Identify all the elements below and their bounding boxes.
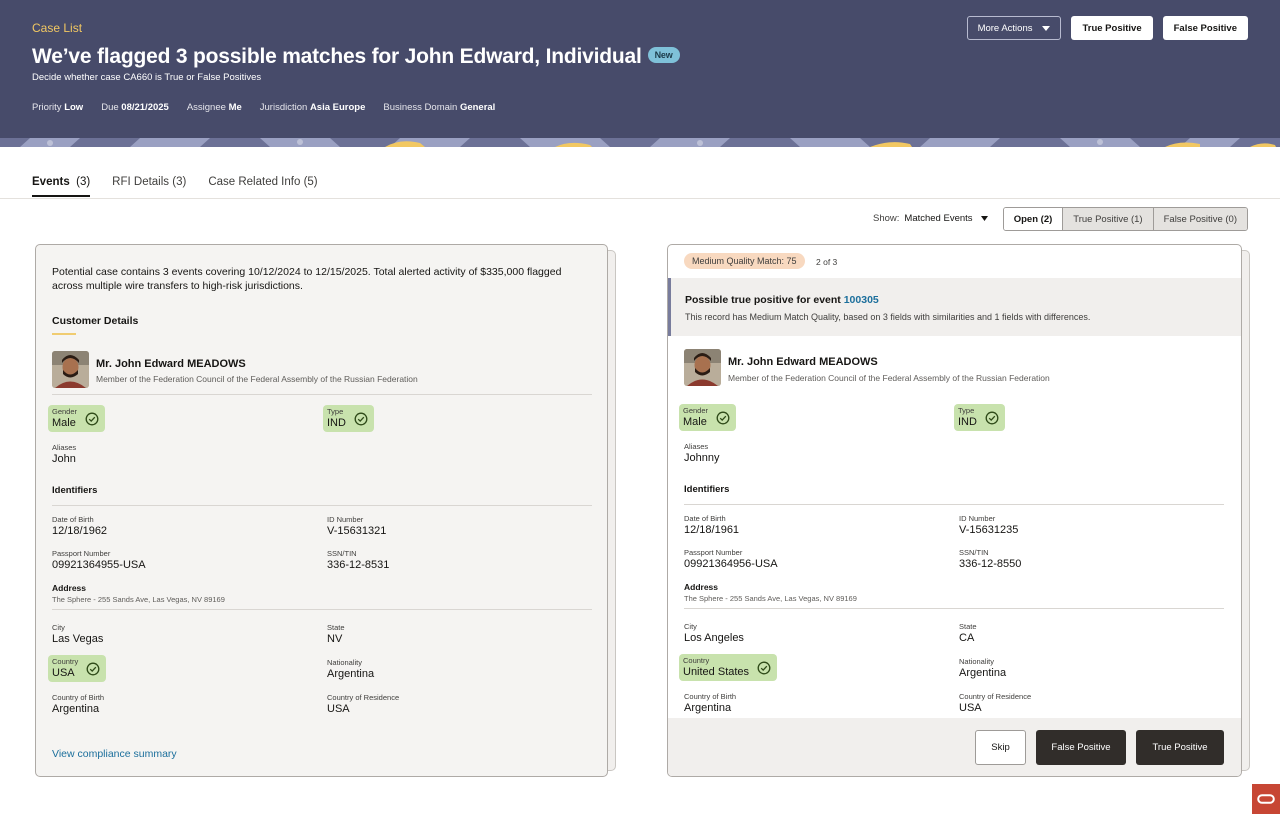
caret-down-icon bbox=[980, 215, 988, 221]
tabs-divider bbox=[0, 198, 1280, 199]
show-label: Show: bbox=[873, 213, 900, 224]
true-positive-button[interactable]: True Positive bbox=[1136, 730, 1224, 765]
match-role: Member of the Federation Council of the … bbox=[728, 373, 1050, 383]
meta-business-domain: Business Domain General bbox=[383, 102, 496, 113]
segment-open[interactable]: Open (2) bbox=[1003, 208, 1063, 230]
customer-name: Mr. John Edward MEADOWS bbox=[96, 358, 246, 370]
caret-down-icon bbox=[1042, 25, 1051, 31]
field-ssn-tin: SSN/TIN 336-12-8531 bbox=[327, 549, 390, 571]
field-address: Address The Sphere - 255 Sands Ave, Las V… bbox=[52, 583, 225, 604]
customer-card: Potential case contains 3 events coverin… bbox=[35, 244, 608, 777]
meta-priority: Priority Low bbox=[32, 102, 84, 113]
divider bbox=[52, 609, 592, 610]
show-filter[interactable]: Show: Matched Events bbox=[873, 213, 990, 224]
field-aliases: Aliases John bbox=[52, 443, 77, 465]
customer-role: Member of the Federation Council of the … bbox=[96, 374, 418, 384]
avatar bbox=[684, 349, 721, 386]
section-underline bbox=[52, 333, 76, 335]
check-circle-icon bbox=[354, 412, 368, 425]
avatar bbox=[52, 351, 89, 388]
field-ssn-tin: SSN/TIN 336-12-8550 bbox=[959, 548, 1022, 570]
breadcrumb-case-list[interactable]: Case List bbox=[32, 21, 82, 35]
field-date-of-birth: Date of Birth 12/18/1962 bbox=[52, 515, 108, 537]
field-nationality: Nationality Argentina bbox=[327, 658, 375, 680]
field-passport-number: Passport Number 09921364955-USA bbox=[52, 549, 146, 571]
check-circle-icon bbox=[985, 411, 999, 424]
meta-jurisdiction: Jurisdiction Asia Europe bbox=[259, 102, 366, 113]
check-circle-icon bbox=[85, 412, 99, 425]
case-summary-text: Potential case contains 3 events coverin… bbox=[52, 266, 562, 292]
oracle-logo-icon[interactable] bbox=[1252, 784, 1280, 814]
field-city: City Las Vegas bbox=[52, 623, 104, 645]
field-date-of-birth: Date of Birth 12/18/1961 bbox=[684, 514, 740, 536]
header-true-positive-button[interactable]: True Positive bbox=[1071, 16, 1153, 40]
page-header: Case List We’ve flagged 3 possible match… bbox=[0, 0, 1280, 147]
field-id-number: ID Number V-15631321 bbox=[327, 515, 387, 537]
divider bbox=[52, 505, 592, 506]
segment-true-positive[interactable]: True Positive (1) bbox=[1062, 208, 1153, 230]
tab-bar: Events (3) RFI Details (3) Case Related … bbox=[32, 176, 318, 197]
status-segmented-control: Open (2) True Positive (1) False Positiv… bbox=[1002, 207, 1248, 231]
field-country-of-birth: Country of Birth Argentina bbox=[52, 693, 105, 715]
decorative-pattern bbox=[0, 138, 1280, 147]
event-id-link[interactable]: 100305 bbox=[844, 294, 879, 306]
match-card: Medium Quality Match: 75 2 of 3 Possible… bbox=[667, 244, 1242, 777]
field-country-match: Country United States bbox=[679, 654, 778, 681]
page-title: We’ve flagged 3 possible matches for Joh… bbox=[32, 45, 680, 69]
section-title-customer-details: Customer Details bbox=[52, 315, 139, 327]
more-actions-label: More Actions bbox=[977, 22, 1033, 34]
check-circle-icon bbox=[86, 662, 100, 675]
field-address: Address The Sphere - 255 Sands Ave, Las V… bbox=[684, 582, 857, 603]
view-compliance-summary-link[interactable]: View compliance summary bbox=[52, 748, 177, 760]
section-title-identifiers: Identifiers bbox=[52, 485, 98, 496]
field-type-match: Type IND bbox=[954, 404, 1005, 431]
check-circle-icon bbox=[757, 661, 771, 674]
page-title-text: We’ve flagged 3 possible matches for Joh… bbox=[32, 45, 642, 68]
new-badge: New bbox=[647, 47, 680, 64]
meta-assignee: Assignee Me bbox=[186, 102, 242, 113]
banner-accent bbox=[668, 278, 671, 336]
more-actions-button[interactable]: More Actions bbox=[966, 16, 1062, 40]
field-country-of-residence: Country of Residence USA bbox=[959, 692, 1032, 714]
card-footer: Skip False Positive True Positive bbox=[668, 718, 1241, 776]
field-country-of-birth: Country of Birth Argentina bbox=[684, 692, 737, 714]
tab-rfi-details[interactable]: RFI Details (3) bbox=[112, 176, 186, 197]
match-position: 2 of 3 bbox=[816, 257, 838, 267]
field-state: State NV bbox=[327, 623, 345, 645]
tab-case-related-info[interactable]: Case Related Info (5) bbox=[208, 176, 317, 197]
field-aliases: Aliases Johnny bbox=[684, 442, 720, 464]
divider bbox=[684, 608, 1224, 609]
match-name: Mr. John Edward MEADOWS bbox=[728, 356, 878, 368]
show-value: Matched Events bbox=[904, 213, 973, 224]
field-state: State CA bbox=[959, 622, 977, 644]
case-meta: Priority Low Due 08/21/2025 Assignee Me … bbox=[32, 102, 495, 113]
banner-description: This record has Medium Match Quality, ba… bbox=[685, 312, 1091, 322]
match-quality-badge: Medium Quality Match: 75 bbox=[684, 253, 805, 269]
field-type-match: Type IND bbox=[323, 405, 374, 432]
tab-events[interactable]: Events (3) bbox=[32, 176, 91, 197]
header-false-positive-button[interactable]: False Positive bbox=[1162, 16, 1248, 40]
check-circle-icon bbox=[716, 411, 730, 424]
match-banner: Possible true positive for event 100305 … bbox=[668, 278, 1241, 336]
page-subtitle: Decide whether case CA660 is True or Fal… bbox=[32, 72, 262, 83]
field-id-number: ID Number V-15631235 bbox=[959, 514, 1019, 536]
header-actions: More Actions True Positive False Positiv… bbox=[966, 16, 1248, 40]
section-title-identifiers: Identifiers bbox=[684, 484, 730, 495]
field-passport-number: Passport Number 09921364956-USA bbox=[684, 548, 778, 570]
false-positive-button[interactable]: False Positive bbox=[1036, 730, 1126, 765]
banner-title: Possible true positive for event 100305 bbox=[685, 294, 879, 306]
skip-button[interactable]: Skip bbox=[975, 730, 1026, 765]
field-gender-match: Gender Male bbox=[679, 404, 737, 431]
meta-due: Due 08/21/2025 bbox=[101, 102, 169, 113]
field-nationality: Nationality Argentina bbox=[959, 657, 1007, 679]
divider bbox=[52, 394, 592, 395]
field-country-of-residence: Country of Residence USA bbox=[327, 693, 400, 715]
field-city: City Los Angeles bbox=[684, 622, 744, 644]
segment-false-positive[interactable]: False Positive (0) bbox=[1152, 208, 1247, 230]
divider bbox=[684, 504, 1224, 505]
field-country-match: Country USA bbox=[48, 655, 107, 682]
field-gender-match: Gender Male bbox=[48, 405, 106, 432]
